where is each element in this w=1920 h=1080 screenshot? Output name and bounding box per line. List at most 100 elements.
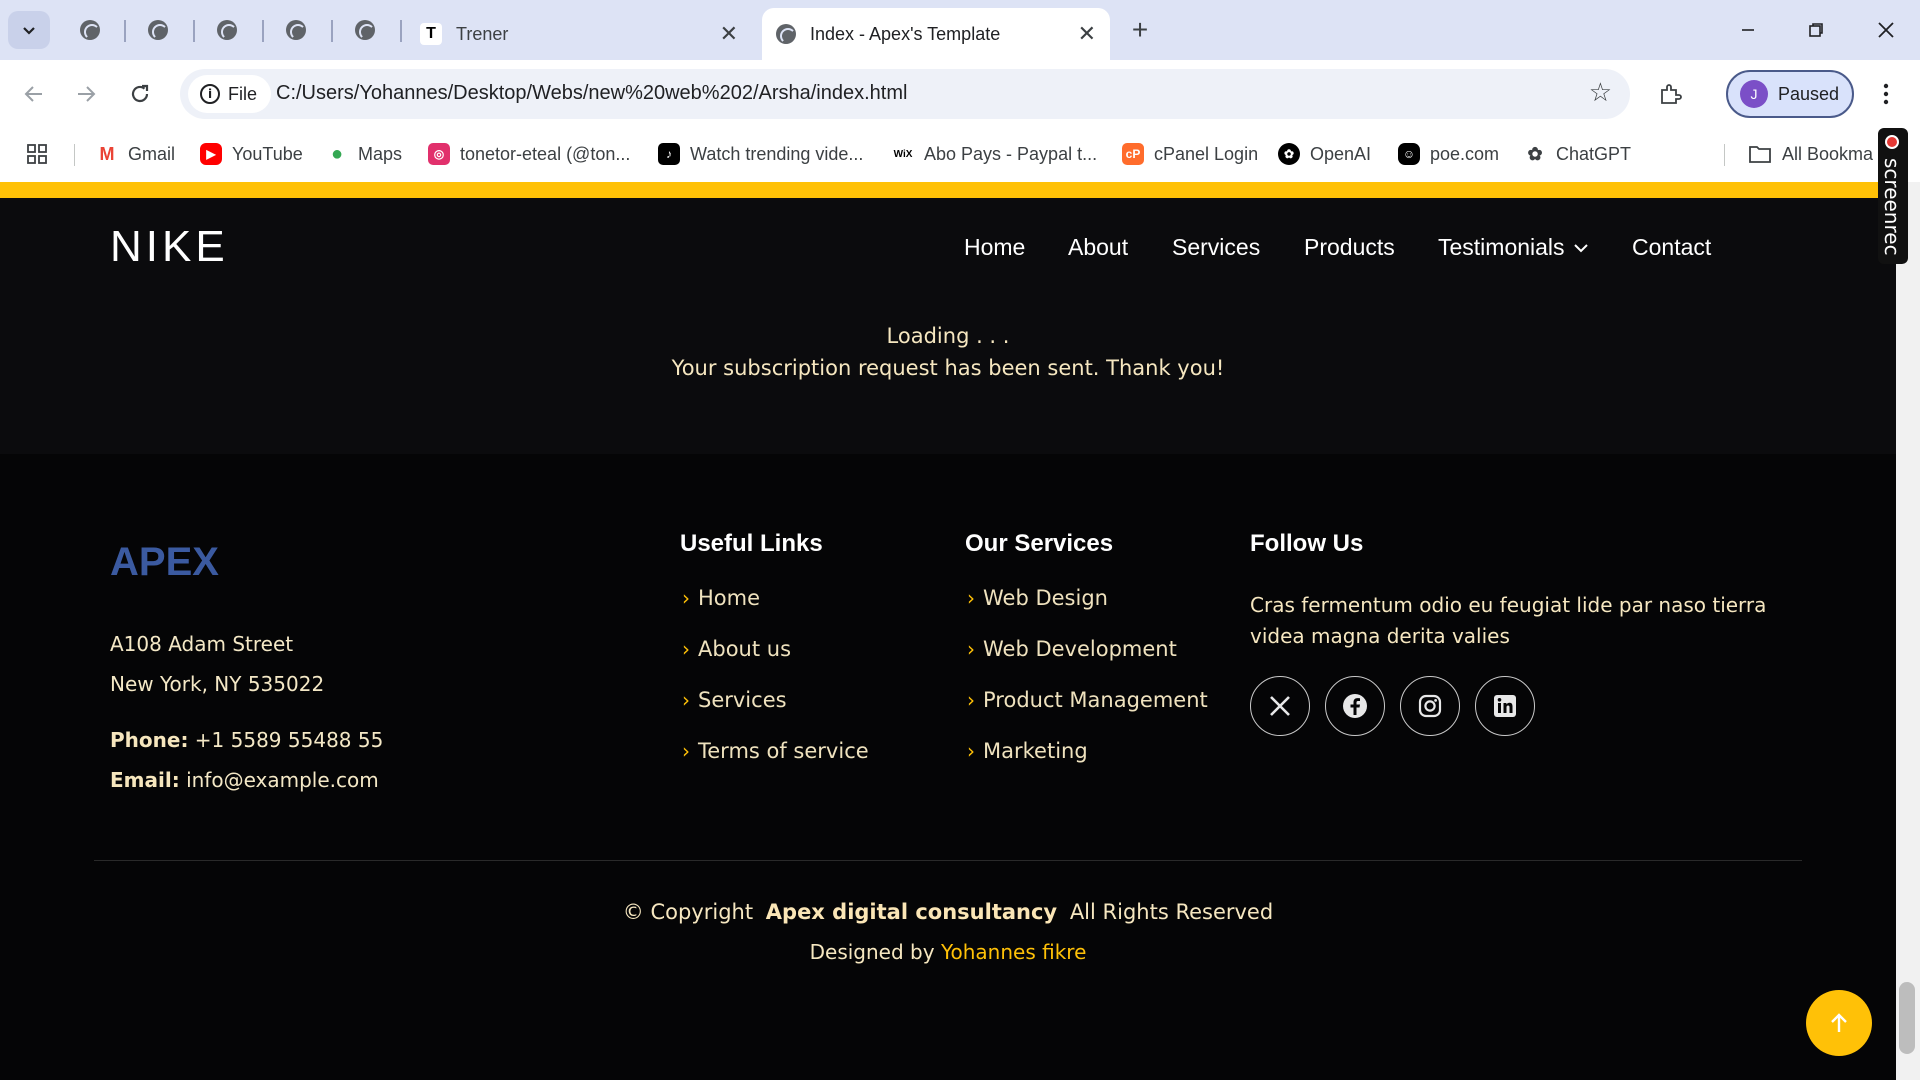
bookmark-instagram[interactable]: ◎ tonetor-eteal (@ton... [428,138,630,170]
screenrec-widget[interactable]: screenrec [1878,128,1908,264]
restore-button[interactable] [1788,10,1844,50]
globe-icon [148,20,168,40]
tab-divider [193,20,195,42]
footer-divider [94,860,1802,861]
minimize-button[interactable] [1720,10,1776,50]
footer-link-terms[interactable]: › Terms of service [682,739,869,763]
chevron-right-icon: › [682,688,690,712]
designer-link[interactable]: Yohannes fikre [941,940,1086,964]
nav-contact[interactable]: Contact [1632,234,1711,261]
email-line: Email: info@example.com [110,768,379,792]
link-label: Home [698,586,761,610]
extensions-button[interactable] [1650,74,1690,114]
minimize-icon [1742,29,1754,31]
bookmarks-divider [1724,144,1725,166]
bookmark-label: Gmail [128,143,176,164]
nav-home[interactable]: Home [964,234,1025,261]
close-tab-icon[interactable]: ✕ [720,21,738,47]
close-window-button[interactable] [1858,10,1914,50]
forward-button[interactable] [66,74,106,114]
footer-brand: APEX [110,540,219,584]
nav-products[interactable]: Products [1304,234,1395,261]
close-tab-icon[interactable]: ✕ [1078,21,1096,47]
bookmark-label: ChatGPT [1556,143,1632,164]
phone-line: Phone: +1 5589 55488 55 [110,728,383,752]
globe-icon [776,24,796,44]
all-bookmarks[interactable]: All Bookma [1748,138,1873,170]
our-services-title: Our Services [965,530,1114,557]
globe-icon [355,20,375,40]
bookmark-maps[interactable]: ● Maps [326,138,402,170]
bookmark-label: Watch trending vide... [690,143,864,164]
url-text[interactable]: C:/Users/Yohannes/Desktop/Webs/new%20web… [276,82,907,105]
back-to-top-button[interactable] [1806,990,1872,1056]
pinned-tab[interactable] [209,14,245,46]
reload-button[interactable] [120,74,160,114]
facebook-social-link[interactable] [1325,676,1385,736]
bookmark-poe[interactable]: ☺ poe.com [1398,138,1499,170]
service-marketing[interactable]: › Marketing [967,739,1088,763]
bookmark-wix[interactable]: WiX Abo Pays - Paypal t... [892,138,1097,170]
new-tab-button[interactable]: + [1112,10,1168,50]
service-web-development[interactable]: › Web Development [967,637,1177,661]
address-line-1: A108 Adam Street [110,632,294,656]
address-bar[interactable]: i File C:/Users/Yohannes/Desktop/Webs/ne… [180,69,1630,119]
site-logo[interactable]: NIKE [110,222,229,272]
profile-button[interactable]: J Paused [1726,70,1854,118]
bookmark-youtube[interactable]: ▶ YouTube [200,138,303,170]
web-page: NIKE Home About Services Products Testim… [0,182,1896,1080]
bookmark-star-icon[interactable]: ☆ [1589,77,1612,108]
pinned-tab[interactable] [278,14,314,46]
linkedin-social-link[interactable] [1475,676,1535,736]
close-icon [1878,22,1894,38]
designed-prefix: Designed by [809,940,935,964]
bookmark-cpanel[interactable]: cP cPanel Login [1122,138,1258,170]
tab-index-apex[interactable]: Index - Apex's Template ✕ [762,8,1110,60]
tab-trener[interactable]: T Trener ✕ [412,8,752,60]
bookmark-chatgpt[interactable]: ✿ ChatGPT [1524,138,1631,170]
menu-button[interactable] [1866,74,1906,114]
pinned-tab[interactable] [347,14,383,46]
scrollbar-thumb[interactable] [1899,982,1915,1054]
bookmark-gmail[interactable]: M Gmail [96,138,175,170]
tab-strip: T Trener ✕ Index - Apex's Template ✕ + [0,0,1920,60]
site-info-chip[interactable]: i File [188,75,272,113]
nav-testimonials[interactable]: Testimonials [1438,234,1589,261]
puzzle-icon [1661,84,1682,104]
arrow-left-icon [24,86,42,102]
service-product-management[interactable]: › Product Management [967,688,1208,712]
bookmarks-divider [74,144,75,166]
follow-description: Cras fermentum odio eu feugiat lide par … [1250,593,1767,648]
chatgpt-icon: ✿ [1524,143,1546,165]
link-label: About us [698,637,792,661]
pinned-tab[interactable] [140,14,176,46]
bookmark-label: Abo Pays - Paypal t... [924,143,1098,164]
subscription-status: Loading . . . Your subscription request … [0,320,1896,384]
bookmark-tiktok[interactable]: ♪ Watch trending vide... [658,138,863,170]
back-button[interactable] [14,74,54,114]
folder-icon [1749,146,1771,163]
footer-link-about[interactable]: › About us [682,637,791,661]
chevron-right-icon: › [682,739,690,763]
accent-bar [0,182,1896,198]
apps-button[interactable] [26,138,48,170]
copyright-suffix: All Rights Reserved [1069,900,1274,924]
tab-title: Trener [456,23,509,44]
file-label: File [228,83,258,104]
tab-search-button[interactable] [8,11,50,49]
bookmark-label: YouTube [232,143,303,164]
footer-link-home[interactable]: › Home [682,586,760,610]
service-web-design[interactable]: › Web Design [967,586,1108,610]
nav-about[interactable]: About [1068,234,1128,261]
linkedin-icon [1494,695,1516,717]
link-label: Terms of service [698,739,869,763]
bookmark-label: OpenAI [1310,143,1372,164]
arrow-right-icon [78,86,96,102]
bookmark-openai[interactable]: ✿ OpenAI [1278,138,1371,170]
instagram-social-link[interactable] [1400,676,1460,736]
footer-link-services[interactable]: › Services [682,688,787,712]
page-scrollbar[interactable] [1896,182,1920,1080]
nav-services[interactable]: Services [1172,234,1260,261]
pinned-tab[interactable] [72,14,108,46]
x-social-link[interactable] [1250,676,1310,736]
